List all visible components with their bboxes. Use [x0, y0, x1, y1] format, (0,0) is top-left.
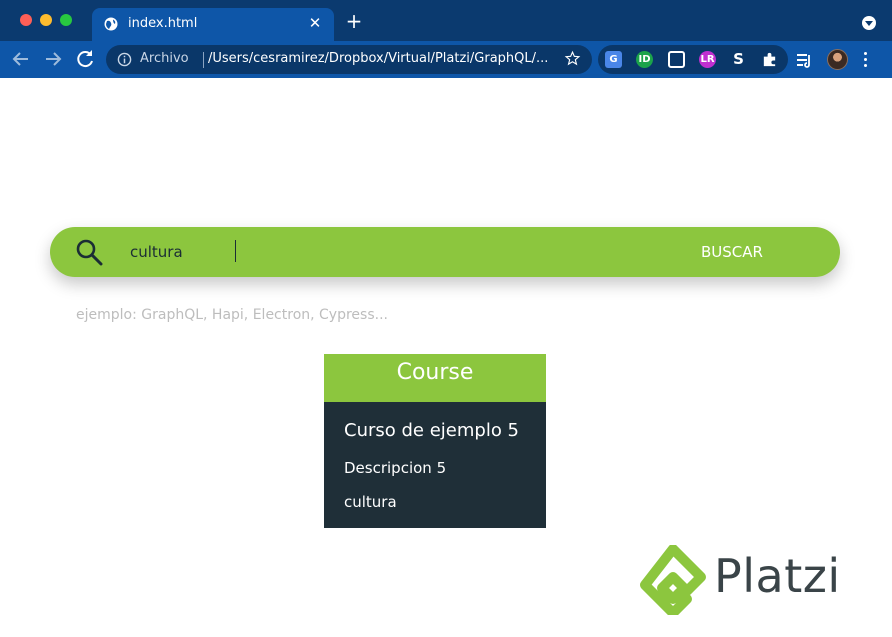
profile-avatar[interactable]: [827, 49, 848, 70]
result-type-label: Course: [324, 354, 546, 402]
address-separator: [203, 52, 204, 68]
platzi-logo-mark: [640, 545, 706, 615]
course-topic: cultura: [344, 493, 397, 511]
address-bar[interactable]: Archivo /Users/cesramirez/Dropbox/Virtua…: [106, 45, 592, 74]
tab-search-button[interactable]: [862, 16, 876, 30]
close-tab-icon[interactable]: ✕: [306, 14, 324, 32]
security-label: Archivo: [140, 51, 189, 66]
platzi-logo-text: Platzi: [714, 549, 841, 603]
browser-tab[interactable]: index.html ✕: [92, 8, 334, 41]
search-hint: ejemplo: GraphQL, Hapi, Electron, Cypres…: [76, 307, 388, 323]
zoom-window-button[interactable]: [60, 14, 72, 26]
platzi-logo: Platzi: [640, 545, 860, 615]
result-card-body: Curso de ejemplo 5 Descripcion 5 cultura: [324, 402, 546, 528]
search-icon: [76, 239, 103, 266]
id-extension-icon[interactable]: ID: [636, 51, 653, 68]
bookmark-star-icon[interactable]: [564, 50, 581, 67]
search-bar: BUSCAR: [50, 227, 840, 277]
extensions-group: G ID LR S: [598, 45, 788, 74]
text-cursor: [235, 240, 236, 262]
browser-menu-icon[interactable]: [862, 52, 868, 68]
course-title: Curso de ejemplo 5: [344, 420, 520, 441]
lr-extension-icon[interactable]: LR: [699, 51, 716, 68]
page-content: BUSCAR ejemplo: GraphQL, Hapi, Electron,…: [0, 78, 892, 637]
new-tab-button[interactable]: +: [343, 10, 365, 32]
box-extension-icon[interactable]: [668, 51, 685, 68]
search-input[interactable]: [130, 239, 610, 265]
browser-titlebar: index.html ✕ +: [0, 0, 892, 41]
info-icon[interactable]: [117, 52, 132, 67]
s-extension-icon[interactable]: S: [730, 51, 747, 68]
google-translate-icon[interactable]: G: [605, 51, 622, 68]
back-arrow-icon[interactable]: [9, 47, 33, 71]
globe-icon: [104, 17, 118, 31]
reading-list-icon[interactable]: [796, 51, 814, 69]
url-text[interactable]: /Users/cesramirez/Dropbox/Virtual/Platzi…: [208, 51, 548, 66]
search-button[interactable]: BUSCAR: [686, 239, 778, 265]
minimize-window-button[interactable]: [40, 14, 52, 26]
close-window-button[interactable]: [20, 14, 32, 26]
reload-icon[interactable]: [73, 47, 97, 71]
puzzle-icon[interactable]: [761, 51, 778, 68]
tab-title: index.html: [128, 16, 198, 31]
forward-arrow-icon[interactable]: [41, 47, 65, 71]
browser-toolbar: Archivo /Users/cesramirez/Dropbox/Virtua…: [0, 41, 892, 78]
course-description: Descripcion 5: [344, 459, 447, 477]
result-card[interactable]: Course Curso de ejemplo 5 Descripcion 5 …: [324, 354, 546, 528]
